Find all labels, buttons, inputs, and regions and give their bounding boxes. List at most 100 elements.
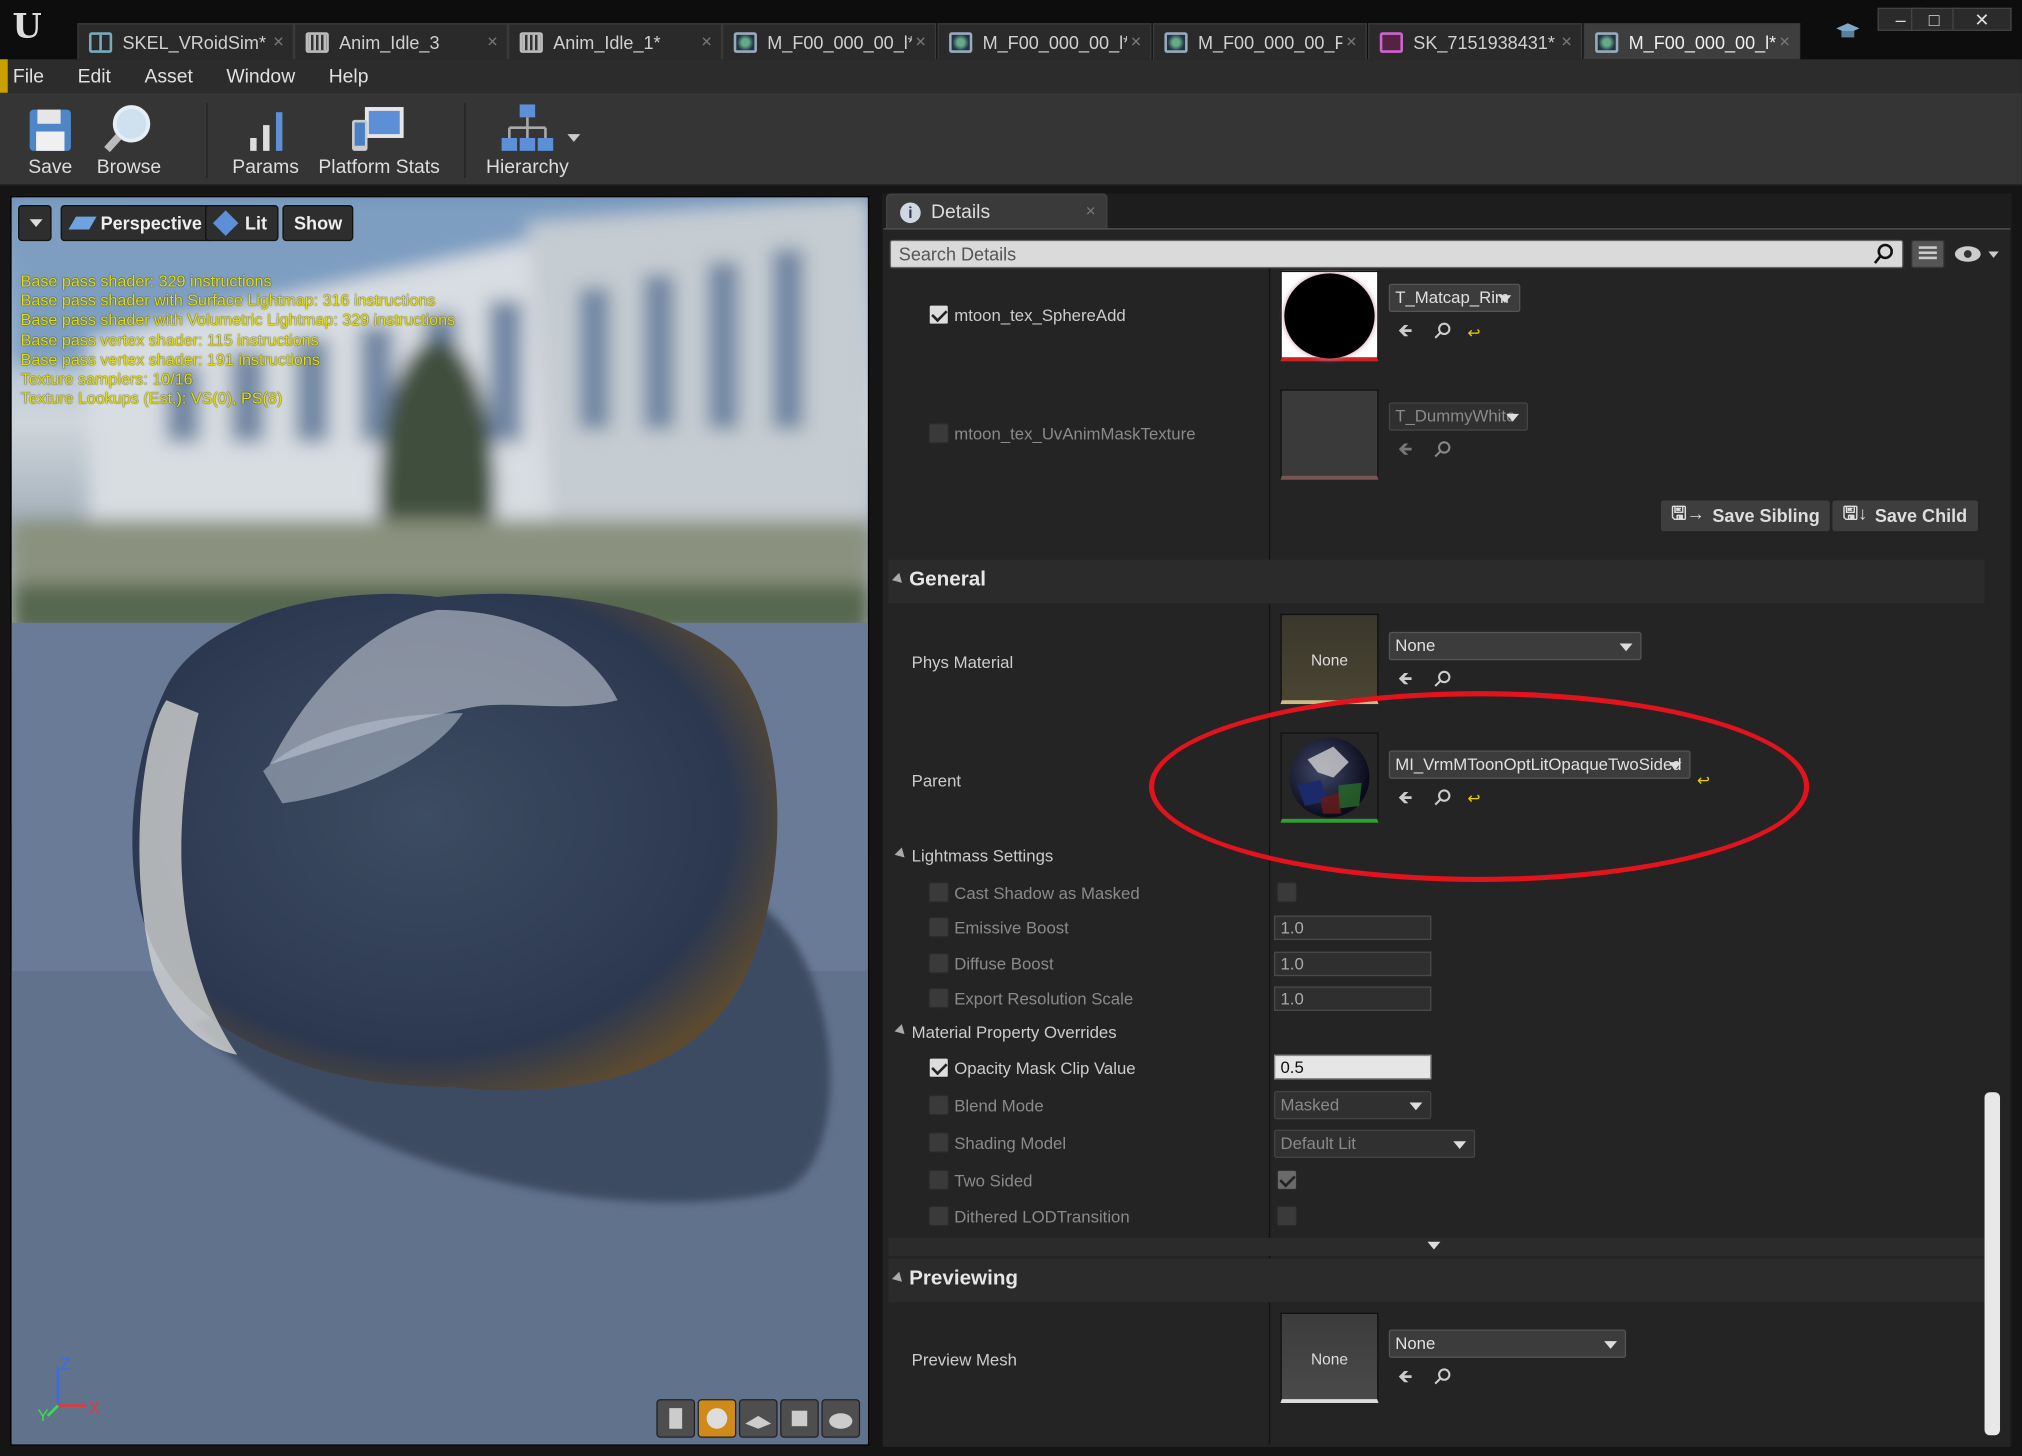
save-sibling-button[interactable]: 🖫→ Save Sibling [1659, 499, 1832, 533]
material-preview-viewport[interactable]: Perspective Lit Show Base pass shader: 3… [10, 196, 870, 1446]
close-window-button[interactable]: ✕ [1952, 7, 2012, 31]
tab-close-icon[interactable]: ✕ [1127, 34, 1145, 50]
browse-magnifier-icon[interactable] [1434, 788, 1452, 806]
uv-anim-mask-thumbnail[interactable] [1280, 389, 1379, 480]
preview-mesh-combo[interactable]: None [1388, 1329, 1627, 1358]
parent-thumbnail[interactable] [1280, 732, 1379, 823]
preview-cylinder-button[interactable] [656, 1399, 696, 1438]
preview-sphere-button[interactable] [697, 1399, 737, 1438]
hierarchy-button[interactable]: Hierarchy [482, 95, 572, 183]
two-sided-override-checkbox[interactable] [928, 1169, 950, 1191]
parent-material-combo[interactable]: MI_VrmMToonOptLitOpaqueTwoSided [1388, 750, 1691, 779]
two-sided-value-checkbox[interactable] [1276, 1169, 1298, 1191]
uv-anim-mask-texture-combo[interactable]: T_DummyWhite [1388, 402, 1529, 431]
browse-magnifier-icon[interactable] [1434, 669, 1452, 687]
diffuse-boost-override-checkbox[interactable] [928, 952, 950, 974]
browse-button[interactable]: Browse [90, 95, 167, 183]
use-selected-arrow-icon[interactable]: 🡸 [1398, 321, 1416, 339]
tab-anim-idle-1[interactable]: Anim_Idle_1* ✕ [508, 23, 723, 60]
dithered-lod-value-checkbox[interactable] [1276, 1205, 1298, 1227]
details-scrollbar[interactable] [1984, 1092, 2001, 1436]
sphere-add-thumbnail[interactable] [1280, 270, 1379, 362]
tab-close-icon[interactable]: ✕ [1776, 34, 1794, 50]
blend-mode-override-checkbox[interactable] [928, 1094, 950, 1116]
advanced-expander[interactable] [888, 1237, 1985, 1256]
diffuse-boost-input[interactable]: 1.0 [1274, 951, 1432, 977]
axis-z-label: Z [60, 1353, 71, 1374]
tab-skeletal-mesh[interactable]: SK_7151938431* ✕ [1368, 23, 1583, 60]
browse-magnifier-icon[interactable] [1434, 321, 1452, 339]
tab-anim-idle-3[interactable]: Anim_Idle_3 ✕ [294, 23, 509, 60]
menu-help[interactable]: Help [329, 65, 369, 87]
opacity-mask-override-checkbox[interactable] [928, 1057, 950, 1079]
hierarchy-dropdown-arrow-icon[interactable] [567, 134, 581, 142]
browse-magnifier-icon[interactable] [1434, 440, 1452, 458]
export-resolution-scale-input[interactable]: 1.0 [1274, 986, 1432, 1011]
tab-close-icon[interactable]: ✕ [698, 34, 716, 50]
cast-shadow-override-checkbox[interactable] [928, 882, 950, 903]
platform-stats-button[interactable]: Platform Stats [315, 95, 444, 183]
search-details-input[interactable]: Search Details [889, 239, 1904, 269]
reset-to-default-icon[interactable]: ↩ [1467, 324, 1480, 342]
params-button[interactable]: Params [230, 95, 302, 183]
export-resolution-override-checkbox[interactable] [928, 987, 950, 1009]
menu-file[interactable]: File [13, 65, 44, 87]
general-section-header[interactable] [888, 559, 1985, 604]
details-tab[interactable]: i Details ✕ [885, 193, 1108, 230]
preview-plane-button[interactable] [738, 1399, 778, 1438]
material-property-overrides-title: Material Property Overrides [911, 1022, 1117, 1042]
maximize-button[interactable]: □ [1911, 7, 1958, 31]
emissive-boost-input[interactable]: 1.0 [1274, 915, 1432, 941]
browse-magnifier-icon[interactable] [1434, 1367, 1452, 1385]
save-button[interactable]: Save [18, 95, 82, 183]
tab-material-instance-2[interactable]: M_F00_000_00_l* ✕ [937, 23, 1152, 60]
shading-model-override-checkbox[interactable] [928, 1132, 950, 1153]
magnifier-icon [104, 105, 151, 153]
dithered-lod-override-checkbox[interactable] [928, 1205, 950, 1227]
use-selected-arrow-icon[interactable]: 🡸 [1398, 669, 1416, 687]
menu-asset[interactable]: Asset [144, 65, 192, 87]
view-options-button[interactable] [1952, 242, 2004, 265]
preview-teapot-button[interactable] [821, 1399, 861, 1438]
sphere-add-texture-combo[interactable]: T_Matcap_Rim [1388, 283, 1521, 313]
tab-close-icon[interactable]: ✕ [484, 34, 502, 50]
property-matrix-button[interactable] [1911, 239, 1945, 269]
show-button[interactable]: Show [282, 205, 354, 242]
tab-close-icon[interactable]: ✕ [1558, 34, 1576, 50]
menu-edit[interactable]: Edit [78, 65, 111, 87]
tab-material-instance-active[interactable]: M_F00_000_00_l* ✕ [1583, 23, 1801, 60]
toolbar-separator [206, 103, 208, 178]
use-selected-arrow-icon[interactable]: 🡸 [1398, 788, 1416, 806]
reset-to-default-icon[interactable]: ↩ [1467, 789, 1480, 807]
emissive-boost-override-checkbox[interactable] [928, 916, 950, 938]
tab-material-instance-1[interactable]: M_F00_000_00_l* ✕ [722, 23, 937, 60]
blend-mode-select[interactable]: Masked [1274, 1090, 1432, 1120]
preview-cube-button[interactable] [780, 1399, 819, 1438]
tab-skel-vroidsim[interactable]: SKEL_VRoidSim* ✕ [77, 23, 295, 60]
preview-mesh-thumbnail[interactable]: None [1280, 1312, 1379, 1403]
perspective-button[interactable]: Perspective [60, 205, 214, 242]
uv-anim-mask-checkbox[interactable] [928, 422, 950, 444]
tab-close-icon[interactable]: ✕ [912, 34, 930, 50]
phys-material-thumbnail[interactable]: None [1280, 613, 1379, 705]
cast-shadow-value-checkbox[interactable] [1276, 882, 1298, 903]
use-selected-arrow-icon[interactable]: 🡸 [1398, 440, 1416, 458]
previewing-section-header[interactable] [888, 1258, 1985, 1303]
reset-to-default-icon[interactable]: ↩ [1697, 771, 1710, 789]
save-child-button[interactable]: 🖫↓ Save Child [1831, 499, 1979, 533]
lit-button[interactable]: Lit [205, 205, 279, 242]
opacity-mask-clip-input[interactable]: 0.5 [1274, 1054, 1432, 1080]
shading-model-select[interactable]: Default Lit [1274, 1129, 1476, 1158]
tab-close-icon[interactable]: ✕ [1342, 34, 1360, 50]
use-selected-arrow-icon[interactable]: 🡸 [1398, 1367, 1416, 1385]
menu-window[interactable]: Window [226, 65, 295, 87]
viewport-options-button[interactable] [18, 205, 52, 242]
learn-cap-icon[interactable] [1834, 21, 1862, 44]
phys-material-combo[interactable]: None [1388, 631, 1642, 661]
sphere-add-checkbox[interactable] [928, 304, 950, 325]
tab-close-icon[interactable]: ✕ [1085, 205, 1096, 219]
tab-close-icon[interactable]: ✕ [270, 34, 288, 50]
shader-stats-overlay: Base pass shader: 329 instructions Base … [21, 272, 456, 409]
save-sibling-icon: 🖫→ [1671, 502, 1705, 524]
tab-material-instance-3[interactable]: M_F00_000_00_F ✕ [1152, 23, 1367, 60]
